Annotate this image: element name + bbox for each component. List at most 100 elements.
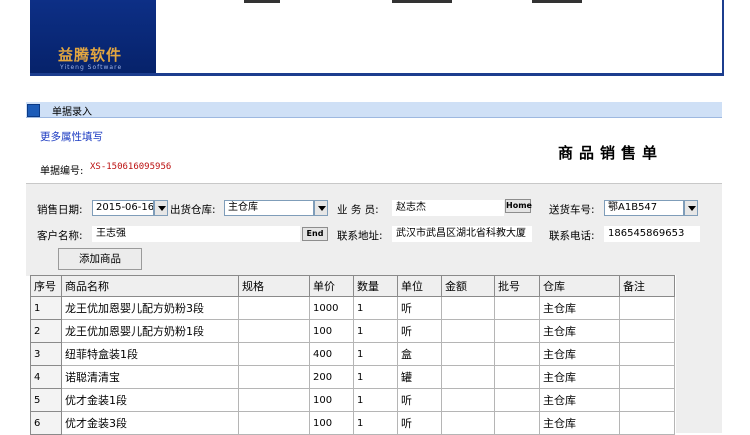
cell-qty[interactable]: 1 [353,365,398,389]
table-row[interactable]: 6 优才金装3段 100 1 听 主仓库 [30,411,675,435]
more-properties-link[interactable]: 更多属性填写 [40,129,103,144]
cell-batch[interactable] [494,296,540,320]
cell-unit[interactable]: 听 [397,388,442,412]
column-header-amount[interactable]: 金额 [441,275,495,297]
cell-warehouse[interactable]: 主仓库 [539,388,620,412]
cell-name[interactable]: 龙王优加恩婴儿配方奶粉3段 [61,296,239,320]
cell-name[interactable]: 优才金装3段 [61,411,239,435]
sale-date-field[interactable]: 2015-06-16 [92,200,154,216]
cell-qty[interactable]: 1 [353,319,398,343]
cell-index[interactable]: 1 [30,296,62,320]
cell-unit[interactable]: 听 [397,296,442,320]
cell-remark[interactable] [619,319,675,343]
cell-warehouse[interactable]: 主仓库 [539,411,620,435]
warehouse-select[interactable]: 主仓库 [224,200,314,216]
cell-unit[interactable]: 听 [397,411,442,435]
grid-empty-area [676,275,722,433]
customer-field[interactable]: 王志强 [92,226,300,242]
cell-warehouse[interactable]: 主仓库 [539,342,620,366]
cell-name[interactable]: 诺聪清清宝 [61,365,239,389]
cell-batch[interactable] [494,365,540,389]
column-header-batch[interactable]: 批号 [494,275,540,297]
cell-batch[interactable] [494,342,540,366]
cell-price[interactable]: 100 [309,411,354,435]
cell-batch[interactable] [494,388,540,412]
plate-number-select[interactable]: 鄂A1B547 [604,200,684,216]
cell-remark[interactable] [619,411,675,435]
window-icon [27,104,40,117]
cell-spec[interactable] [238,365,310,389]
cell-amount[interactable] [441,411,495,435]
cell-spec[interactable] [238,388,310,412]
cell-remark[interactable] [619,296,675,320]
cell-unit[interactable]: 听 [397,319,442,343]
cell-name[interactable]: 优才金装1段 [61,388,239,412]
cell-price[interactable]: 200 [309,365,354,389]
cell-amount[interactable] [441,388,495,412]
product-table: 序号 商品名称 规格 单价 数量 单位 金额 批号 仓库 备注 1 龙王优加恩婴儿… [30,275,675,435]
plate-dropdown-button[interactable] [684,200,698,216]
cell-spec[interactable] [238,319,310,343]
add-product-button[interactable]: 添加商品 [58,248,142,270]
top-nav-stub[interactable] [392,0,452,3]
cell-warehouse[interactable]: 主仓库 [539,319,620,343]
cell-price[interactable]: 100 [309,319,354,343]
top-nav-stub[interactable] [244,0,280,3]
cell-warehouse[interactable]: 主仓库 [539,296,620,320]
cell-index[interactable]: 2 [30,319,62,343]
cell-unit[interactable]: 罐 [397,365,442,389]
cell-remark[interactable] [619,342,675,366]
cell-index[interactable]: 6 [30,411,62,435]
column-header-qty[interactable]: 数量 [353,275,398,297]
column-header-name[interactable]: 商品名称 [61,275,239,297]
cell-amount[interactable] [441,342,495,366]
column-header-index[interactable]: 序号 [30,275,62,297]
top-nav-stub[interactable] [532,0,582,3]
salesman-label: 业 务 员: [337,204,379,216]
cell-spec[interactable] [238,342,310,366]
cell-amount[interactable] [441,319,495,343]
cell-qty[interactable]: 1 [353,296,398,320]
cell-price[interactable]: 1000 [309,296,354,320]
cell-batch[interactable] [494,411,540,435]
address-field[interactable]: 武汉市武昌区湖北省科教大厦 [392,226,532,242]
company-logo: 益腾软件 [58,46,123,64]
warehouse-dropdown-button[interactable] [314,200,328,216]
cell-price[interactable]: 100 [309,388,354,412]
tab-document-entry[interactable]: 单据录入 [52,103,92,118]
phone-field[interactable]: 186545869653 [604,226,700,242]
sale-date-dropdown-button[interactable] [154,200,168,216]
cell-qty[interactable]: 1 [353,411,398,435]
cell-unit[interactable]: 盒 [397,342,442,366]
cell-index[interactable]: 5 [30,388,62,412]
column-header-spec[interactable]: 规格 [238,275,310,297]
cell-index[interactable]: 4 [30,365,62,389]
salesman-field[interactable]: 赵志杰 [392,200,504,216]
cell-index[interactable]: 3 [30,342,62,366]
cell-qty[interactable]: 1 [353,342,398,366]
cell-warehouse[interactable]: 主仓库 [539,365,620,389]
table-row[interactable]: 3 纽菲特盒装1段 400 1 盒 主仓库 [30,342,675,366]
column-header-price[interactable]: 单价 [309,275,354,297]
cell-qty[interactable]: 1 [353,388,398,412]
cell-amount[interactable] [441,365,495,389]
cell-amount[interactable] [441,296,495,320]
cell-name[interactable]: 纽菲特盒装1段 [61,342,239,366]
address-label: 联系地址: [337,230,383,242]
table-row[interactable]: 4 诺聪清清宝 200 1 罐 主仓库 [30,365,675,389]
column-header-unit[interactable]: 单位 [397,275,442,297]
table-row[interactable]: 2 龙王优加恩婴儿配方奶粉1段 100 1 听 主仓库 [30,319,675,343]
table-row[interactable]: 5 优才金装1段 100 1 听 主仓库 [30,388,675,412]
table-row[interactable]: 1 龙王优加恩婴儿配方奶粉3段 1000 1 听主仓库 [30,296,675,320]
cell-remark[interactable] [619,388,675,412]
cell-price[interactable]: 400 [309,342,354,366]
home-button[interactable]: Home [505,199,532,213]
cell-batch[interactable] [494,319,540,343]
cell-spec[interactable] [238,411,310,435]
column-header-remark[interactable]: 备注 [619,275,675,297]
cell-remark[interactable] [619,365,675,389]
end-button[interactable]: End [302,227,328,241]
cell-name[interactable]: 龙王优加恩婴儿配方奶粉1段 [61,319,239,343]
cell-spec[interactable] [238,296,310,320]
column-header-warehouse[interactable]: 仓库 [539,275,620,297]
